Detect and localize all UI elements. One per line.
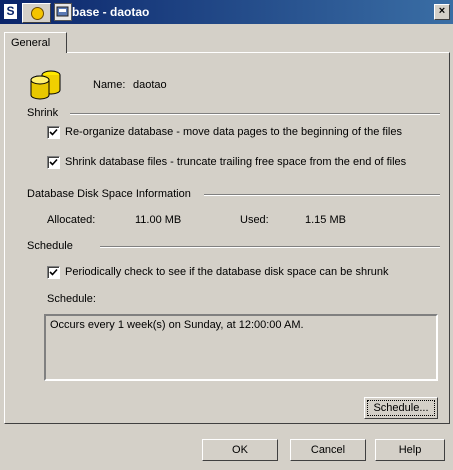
shrink-divider <box>70 113 440 115</box>
toolbar-icon-button[interactable] <box>22 3 51 23</box>
schedule-label: Schedule: <box>47 293 96 305</box>
title-prefix: S <box>4 4 17 19</box>
periodic-check-checkbox[interactable] <box>47 266 60 279</box>
used-value: 1.15 MB <box>305 214 346 226</box>
schedule-description-box: Occurs every 1 week(s) on Sunday, at 12:… <box>44 314 438 381</box>
tab-general-label: General <box>11 37 51 49</box>
database-name-value: daotao <box>133 79 167 91</box>
cancel-button[interactable]: Cancel <box>290 439 366 461</box>
ok-button[interactable]: OK <box>202 439 278 461</box>
schedule-divider <box>100 246 440 248</box>
periodic-check-label[interactable]: Periodically check to see if the databas… <box>65 266 388 278</box>
help-button[interactable]: Help <box>375 439 445 461</box>
used-label: Used: <box>240 214 269 226</box>
schedule-heading: Schedule <box>27 240 73 252</box>
yellow-icon <box>31 7 44 20</box>
schedule-button[interactable]: Schedule... <box>364 397 438 419</box>
database-icon <box>30 70 61 100</box>
close-icon[interactable]: × <box>434 4 450 20</box>
window-title: base - daotao <box>72 5 150 19</box>
checkmark-icon <box>49 268 58 276</box>
shrink-heading: Shrink <box>27 107 59 119</box>
shrink-files-label[interactable]: Shrink database files - truncate trailin… <box>65 156 406 168</box>
app-icon-glyph <box>56 6 69 17</box>
tab-general[interactable]: General <box>4 32 67 53</box>
title-bar: S base - daotao × <box>0 0 453 24</box>
name-label: Name: <box>93 79 126 91</box>
allocated-label: Allocated: <box>47 214 96 226</box>
shrink-files-checkbox[interactable] <box>47 156 60 169</box>
reorganize-label[interactable]: Re-organize database - move data pages t… <box>65 126 402 138</box>
app-icon <box>54 3 72 21</box>
disk-space-heading: Database Disk Space Information <box>27 188 191 200</box>
disk-space-divider <box>204 194 440 196</box>
checkmark-icon <box>49 128 58 136</box>
checkmark-icon <box>49 158 58 166</box>
schedule-description-text: Occurs every 1 week(s) on Sunday, at 12:… <box>50 319 304 331</box>
reorganize-checkbox[interactable] <box>47 126 60 139</box>
allocated-value: 11.00 MB <box>135 214 182 226</box>
